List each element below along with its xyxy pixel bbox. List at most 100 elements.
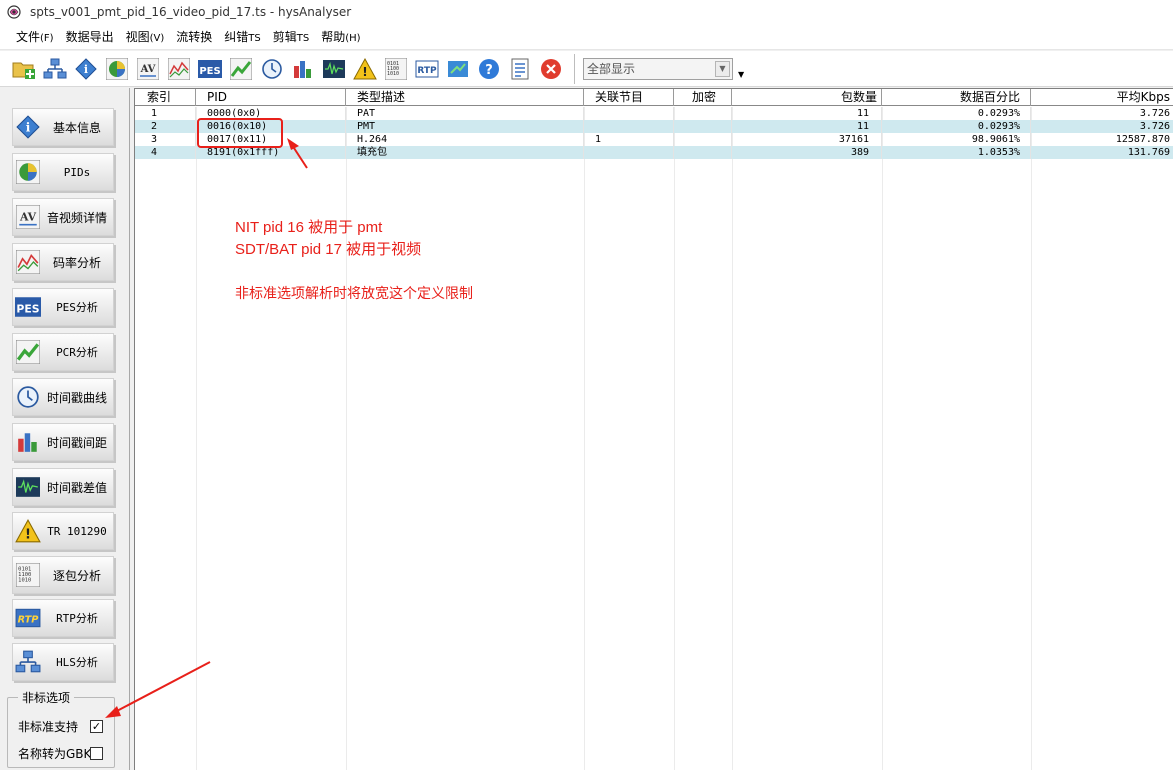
pid-table: 索引 PID 类型描述 关联节目 加密 包数量 数据百分比 平均Kbps 1 0…	[134, 88, 1173, 770]
sidebar-item-basic-info[interactable]: i 基本信息	[12, 108, 114, 146]
col-packets[interactable]: 包数量	[732, 89, 882, 106]
grid-line	[882, 107, 883, 770]
col-program[interactable]: 关联节目	[584, 89, 674, 106]
help-button[interactable]: ?	[475, 54, 502, 84]
sidebar-item-timestamp-curve[interactable]: 时间戳曲线	[12, 378, 114, 416]
col-type[interactable]: 类型描述	[346, 89, 584, 106]
svg-text:PES: PES	[199, 66, 220, 77]
menu-cut-mnemonic: TS	[296, 32, 310, 44]
sidebar-item-hls[interactable]: HLS分析	[12, 643, 114, 681]
info-button[interactable]: i	[72, 54, 99, 84]
sidebar-item-packet-analysis[interactable]: 0101 1100 1010 逐包分析	[12, 556, 114, 594]
menu-export[interactable]: 数据导出	[60, 24, 120, 50]
cell-percent: 98.9061%	[882, 133, 1031, 146]
menu-help-label: 帮助	[321, 29, 346, 44]
display-select[interactable]: 全部显示 ▼	[583, 57, 733, 80]
nonstandard-support-checkbox[interactable]: ✓	[90, 720, 103, 733]
table-row[interactable]: 4 8191(0x1fff) 填充包 389 1.0353% 131.769	[135, 146, 1173, 159]
svg-text:!: !	[362, 65, 367, 79]
sidebar-item-timestamp-interval[interactable]: 时间戳间距	[12, 423, 114, 461]
network-button[interactable]	[41, 54, 68, 84]
col-index[interactable]: 索引	[135, 89, 196, 106]
svg-text:AV: AV	[139, 64, 155, 75]
cell-index: 4	[135, 146, 196, 159]
svg-text:1010: 1010	[18, 578, 31, 584]
cell-index: 1	[135, 107, 196, 120]
menu-help[interactable]: 帮助(H)	[315, 24, 366, 50]
bitrate-chart-icon	[15, 249, 41, 275]
col-percent[interactable]: 数据百分比	[882, 89, 1031, 106]
sidebar-item-label: 时间戳间距	[46, 435, 107, 450]
menu-fix-ts[interactable]: 纠错TS	[218, 24, 266, 50]
pes-icon: PES	[197, 59, 222, 78]
menu-cut-ts[interactable]: 剪辑TS	[267, 24, 315, 50]
sidebar-item-av-details[interactable]: AV 音视频详情	[12, 198, 114, 236]
sidebar-item-rtp[interactable]: RTP RTP分析	[12, 599, 114, 637]
waveform-button[interactable]	[320, 54, 347, 84]
pcr-button[interactable]	[227, 54, 254, 84]
svg-text:i: i	[26, 120, 31, 134]
menu-view-mnemonic: (V)	[149, 32, 165, 44]
sidebar-item-bitrate[interactable]: 码率分析	[12, 243, 114, 281]
menu-convert[interactable]: 流转换	[170, 24, 218, 50]
menu-view[interactable]: 视图(V)	[120, 24, 171, 50]
pcr-icon	[229, 57, 252, 80]
rtp-button[interactable]: RTP	[413, 54, 440, 84]
warning-button[interactable]: !	[351, 54, 378, 84]
sidebar: i 基本信息 PIDs AV 音视频详情 码率分析 PES PES分析 PCR分…	[4, 88, 130, 770]
cell-index: 3	[135, 133, 196, 146]
menu-convert-label: 流转换	[176, 29, 213, 44]
sidebar-item-label: PES分析	[56, 301, 98, 314]
rtp-icon: RTP	[15, 605, 41, 631]
pes-button[interactable]: PES	[196, 54, 223, 84]
sidebar-item-label: 逐包分析	[52, 568, 101, 583]
open-folder-button[interactable]	[10, 54, 37, 84]
clock-button[interactable]	[258, 54, 285, 84]
svg-text:?: ?	[485, 63, 493, 78]
binary-button[interactable]: 0101 1100 1010	[382, 54, 409, 84]
window-title: spts_v001_pmt_pid_16_video_pid_17.ts - h…	[30, 5, 352, 19]
sidebar-item-label: 基本信息	[52, 120, 101, 135]
pie-chart-icon	[105, 57, 128, 80]
cell-program	[584, 120, 674, 133]
toolbar-overflow-icon[interactable]: ▼	[738, 70, 748, 79]
av-button[interactable]: AV	[134, 54, 161, 84]
nonstandard-support-option[interactable]: 非标准支持 ✓	[18, 718, 103, 735]
grid-line	[346, 107, 347, 770]
gbk-checkbox[interactable]	[90, 747, 103, 760]
table-row[interactable]: 1 0000(0x0) PAT 11 0.0293% 3.726	[135, 107, 1173, 120]
sidebar-item-pids[interactable]: PIDs	[12, 153, 114, 191]
app-icon	[7, 5, 21, 19]
col-encrypt[interactable]: 加密	[674, 89, 732, 106]
table-row[interactable]: 3 0017(0x11) H.264 1 37161 98.9061% 1258…	[135, 133, 1173, 146]
document-button[interactable]	[506, 54, 533, 84]
bitrate-button[interactable]	[165, 54, 192, 84]
nonstandard-options-group: 非标选项 非标准支持 ✓ 名称转为GBK	[7, 689, 115, 768]
bar-chart-button[interactable]	[289, 54, 316, 84]
sidebar-item-timestamp-diff[interactable]: 时间戳差值	[12, 468, 114, 506]
warning-icon: !	[352, 57, 377, 79]
menu-file[interactable]: 文件(F)	[10, 24, 60, 50]
close-button[interactable]	[537, 54, 564, 84]
col-kbps[interactable]: 平均Kbps	[1031, 89, 1173, 106]
sidebar-item-pes[interactable]: PES PES分析	[12, 288, 114, 326]
sidebar-item-pcr[interactable]: PCR分析	[12, 333, 114, 371]
export-button[interactable]	[444, 54, 471, 84]
sidebar-item-tr101290[interactable]: ! TR 101290	[12, 512, 114, 550]
info-icon: i	[74, 57, 97, 80]
svg-text:PES: PES	[16, 302, 39, 315]
col-pid[interactable]: PID	[196, 89, 346, 106]
menu-bar: 文件(F) 数据导出 视图(V) 流转换 纠错TS 剪辑TS 帮助(H)	[0, 24, 1173, 50]
cell-program: 1	[584, 133, 674, 146]
chevron-down-icon[interactable]: ▼	[715, 60, 730, 77]
cell-encrypt	[674, 133, 732, 146]
pie-chart-button[interactable]	[103, 54, 130, 84]
svg-text:RTP: RTP	[18, 614, 40, 625]
gbk-option[interactable]: 名称转为GBK	[18, 745, 103, 762]
waveform-icon	[322, 59, 345, 78]
menu-view-label: 视图	[125, 29, 150, 44]
cell-kbps: 3.726	[1139, 108, 1170, 119]
svg-text:i: i	[83, 63, 87, 76]
cell-kbps: 131.769	[1127, 147, 1170, 158]
table-row[interactable]: 2 0016(0x10) PMT 11 0.0293% 3.726	[135, 120, 1173, 133]
